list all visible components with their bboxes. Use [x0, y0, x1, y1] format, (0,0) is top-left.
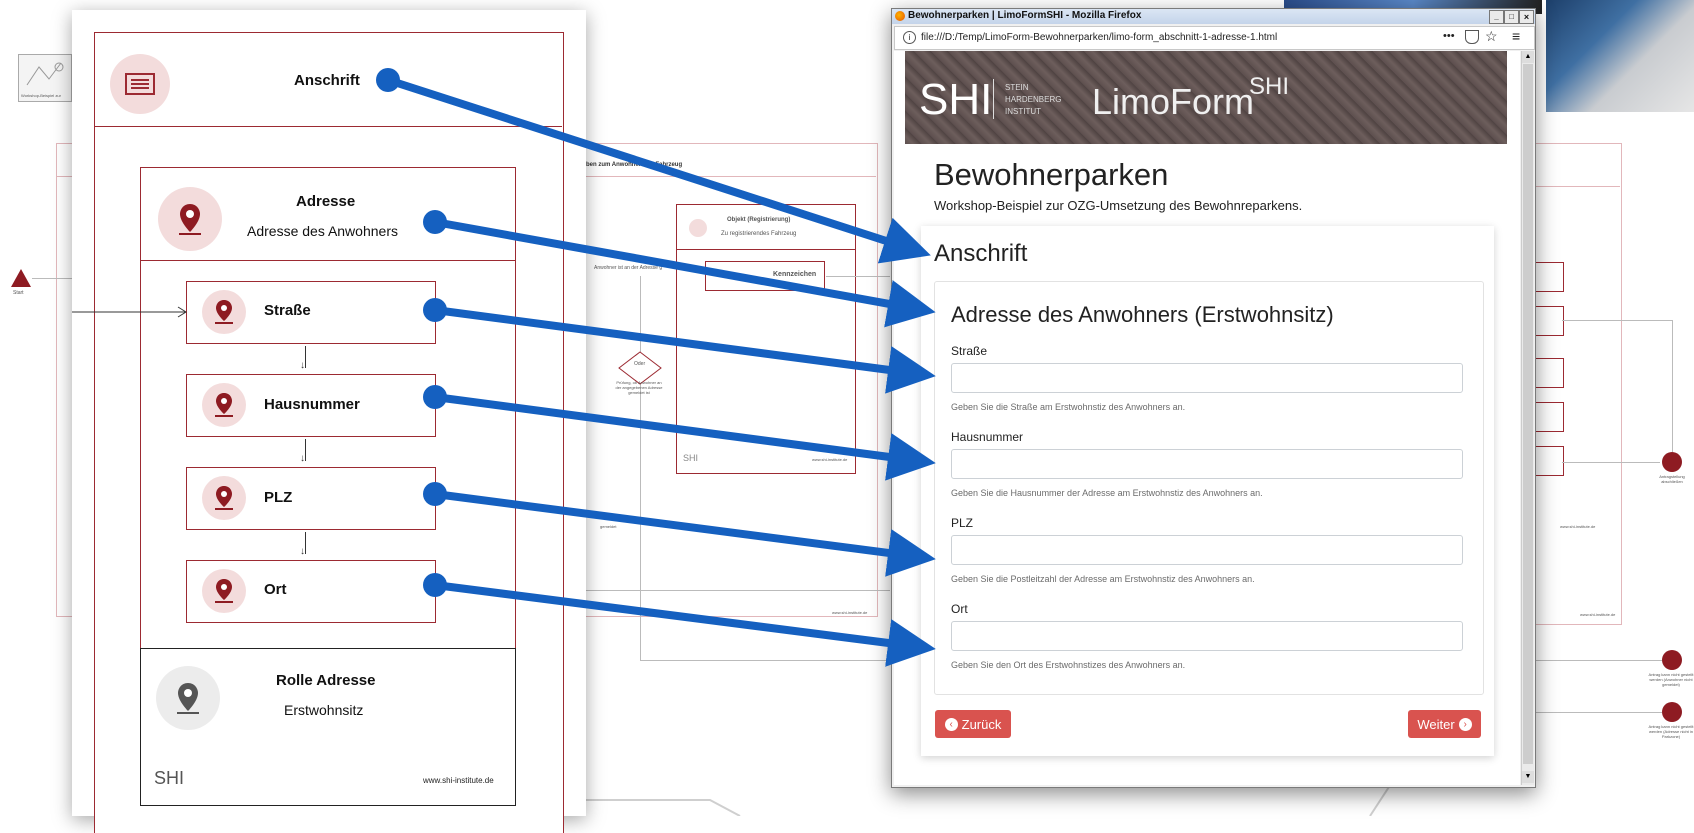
arrow-hausnummer [423, 385, 936, 481]
mapping-arrows [376, 68, 936, 667]
arrow-ort [423, 573, 936, 667]
arrow-plz [423, 482, 936, 577]
arrow-anschrift [376, 68, 931, 264]
arrow-strasse [423, 298, 936, 394]
